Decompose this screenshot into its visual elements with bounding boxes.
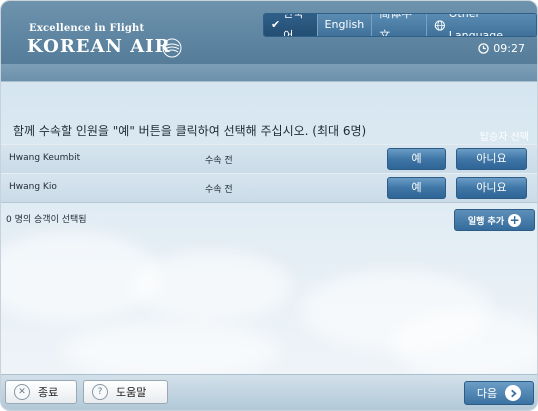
exit-label: 종료: [38, 386, 59, 399]
lang-label: Other Language: [448, 13, 504, 37]
header-bar: Excellence in Flight KOREAN AIR ✔ 한국어 En…: [1, 1, 537, 64]
cloud-decoration: [131, 251, 291, 321]
passenger-status: 수속 전: [205, 185, 233, 195]
lang-other[interactable]: Other Language: [427, 14, 536, 36]
lang-chinese[interactable]: 简体中文: [372, 13, 428, 37]
footer-bar: [1, 374, 537, 410]
no-button[interactable]: 아니요: [456, 148, 527, 170]
exit-button[interactable]: ✕ 종료: [5, 380, 77, 404]
cloud-decoration: [391, 311, 537, 381]
passenger-name: Hwang Kio: [9, 182, 57, 192]
clock-icon: [478, 43, 490, 54]
clock-time: 09:27: [493, 42, 525, 55]
add-companion-button[interactable]: 일행 추가 +: [454, 209, 535, 231]
check-icon: ✔: [271, 18, 281, 31]
add-companion-label: 일행 추가: [467, 216, 505, 227]
lang-label: English: [324, 18, 365, 31]
yes-button[interactable]: 예: [387, 177, 446, 199]
passenger-row: Hwang Kio 수속 전 예 아니요: [1, 173, 537, 203]
passenger-name: Hwang Keumbit: [9, 153, 81, 163]
next-label: 다음: [476, 387, 498, 400]
kiosk-frame: Excellence in Flight KOREAN AIR ✔ 한국어 En…: [0, 0, 538, 411]
no-button[interactable]: 아니요: [456, 177, 527, 199]
close-icon: ✕: [14, 384, 30, 400]
language-selector: ✔ 한국어 English 简体中文 Other Language: [263, 13, 537, 37]
breadcrumb: 탑승자 선택: [479, 132, 529, 143]
clock: 09:27: [478, 42, 525, 55]
instruction-text: 함께 수속할 인원을 "예" 버튼을 클릭하여 선택해 주십시오. (최대 6명…: [13, 124, 367, 138]
selected-count-text: 0 명의 승객이 선택됨: [6, 215, 87, 225]
lang-label: 한국어: [283, 13, 304, 37]
plus-icon: +: [508, 212, 522, 227]
help-label: 도움말: [116, 386, 147, 399]
lang-korean[interactable]: ✔ 한국어: [264, 14, 318, 36]
question-icon: ?: [92, 384, 108, 400]
globe-icon: [434, 19, 446, 31]
chevron-right-icon: [505, 385, 522, 401]
sub-header-bar: 탑승자 선택: [1, 64, 537, 143]
lang-label: 简体中文: [379, 13, 413, 37]
yes-button[interactable]: 예: [387, 148, 446, 170]
passenger-status: 수속 전: [205, 156, 233, 166]
passenger-row: Hwang Keumbit 수속 전 예 아니요: [1, 144, 537, 174]
cloud-decoration: [61, 321, 281, 381]
help-button[interactable]: ? 도움말: [83, 380, 168, 404]
brand-tagline: Excellence in Flight: [29, 23, 145, 34]
lang-english[interactable]: English: [317, 14, 373, 36]
next-button[interactable]: 다음: [464, 381, 534, 405]
brand-name: KOREAN AIR: [27, 36, 171, 57]
taeguk-logo-icon: [162, 38, 182, 58]
